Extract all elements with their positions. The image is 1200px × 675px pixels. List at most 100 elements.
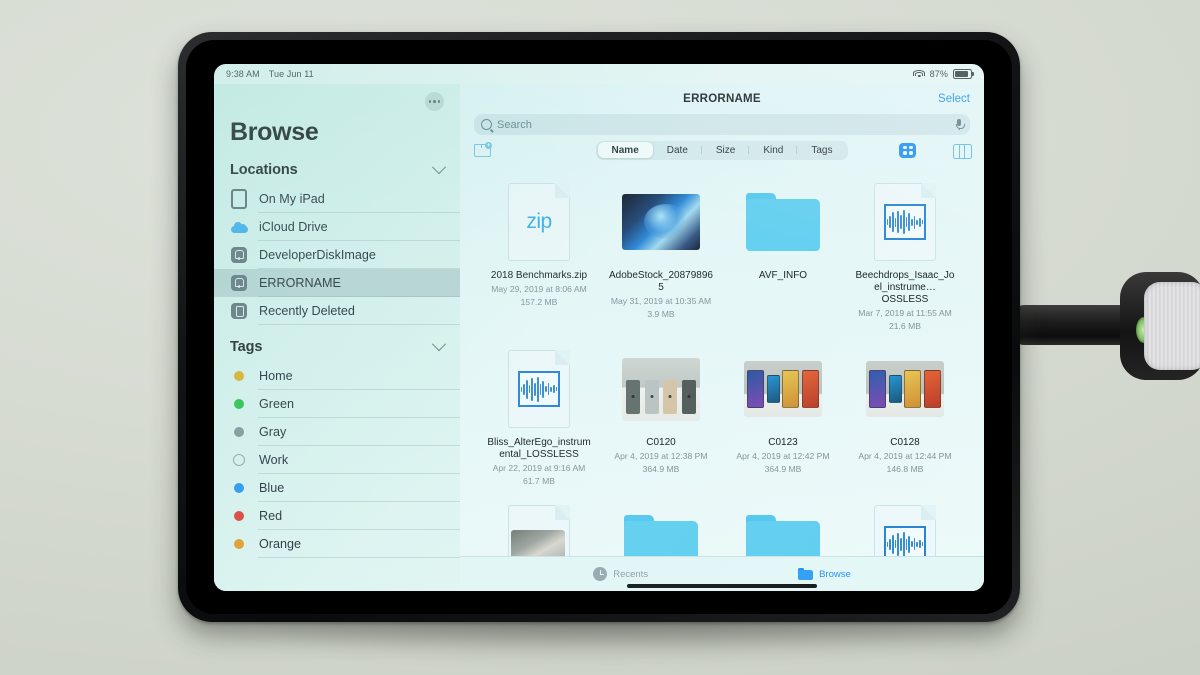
file-item[interactable]: Beechdrops_Isaac_Joel_instrume…OSSLESS M… <box>844 171 966 338</box>
file-item[interactable] <box>600 493 722 556</box>
tag-color-dot <box>230 479 248 497</box>
folder-icon <box>746 515 820 556</box>
ipad-device: 9:38 AM Tue Jun 11 87% Browse Locations <box>178 32 1020 622</box>
file-thumbnail <box>861 181 949 263</box>
sidebar-item-developerdiskimage[interactable]: DeveloperDiskImage <box>214 241 460 269</box>
file-size: 146.8 MB <box>886 464 924 474</box>
cloud-icon <box>230 218 248 236</box>
sidebar-title: Browse <box>230 118 319 146</box>
sidebar-tag-work[interactable]: Work <box>214 446 460 474</box>
sidebar-item-label: iCloud Drive <box>259 220 328 234</box>
file-thumbnail <box>861 348 949 430</box>
file-item[interactable]: C0120 Apr 4, 2019 at 12:38 PM 364.9 MB <box>600 338 722 493</box>
sidebar-tag-label: Orange <box>259 537 302 551</box>
view-mode-group <box>899 142 972 159</box>
home-indicator[interactable] <box>627 584 817 588</box>
zip-file-icon: zip <box>508 183 570 261</box>
sort-option-tags[interactable]: Tags <box>796 142 846 158</box>
file-item[interactable]: AVF_INFO <box>722 171 844 338</box>
sidebar-tag-orange[interactable]: Orange <box>214 530 460 558</box>
folder-icon <box>798 568 814 580</box>
main-pane: ERRORNAME Select Search + Name Date Size… <box>460 84 984 591</box>
file-grid: zip 2018 Benchmarks.zip May 29, 2019 at … <box>460 165 984 556</box>
file-date: Apr 4, 2019 at 12:38 PM <box>614 451 708 461</box>
tag-color-dot <box>230 367 248 385</box>
file-date: Apr 4, 2019 at 12:44 PM <box>858 451 952 461</box>
sidebar-tag-gray[interactable]: Gray <box>214 418 460 446</box>
new-folder-icon[interactable]: + <box>474 142 492 157</box>
split-view: Browse Locations On My iPad iCloud Drive <box>214 84 984 591</box>
file-size: 364.9 MB <box>764 464 802 474</box>
status-date: Tue Jun 11 <box>268 69 314 79</box>
folder-icon <box>624 515 698 556</box>
file-date: Mar 7, 2019 at 11:55 AM <box>858 308 952 318</box>
tags-list: Home Green Gray Work Blue Red Orange <box>214 362 460 558</box>
clock-icon <box>593 567 608 581</box>
file-date: May 29, 2019 at 8:06 AM <box>491 284 587 294</box>
file-thumbnail <box>617 181 705 263</box>
tag-color-dot <box>230 423 248 441</box>
file-name: Beechdrops_Isaac_Joel_instrume…OSSLESS <box>855 270 955 305</box>
file-item[interactable] <box>478 493 600 556</box>
sidebar-tag-blue[interactable]: Blue <box>214 474 460 502</box>
sidebar-item-label: DeveloperDiskImage <box>259 248 376 262</box>
file-item[interactable] <box>722 493 844 556</box>
sidebar-section-locations[interactable]: Locations <box>214 157 460 185</box>
select-button[interactable]: Select <box>938 93 970 105</box>
file-name: C0120 <box>646 437 676 448</box>
locations-list: On My iPad iCloud Drive DeveloperDiskIma… <box>214 185 460 325</box>
chevron-down-icon[interactable] <box>431 160 447 175</box>
sidebar-item-label: Recently Deleted <box>259 304 355 318</box>
file-thumbnail: zip <box>495 181 583 263</box>
sidebar-tag-label: Blue <box>259 481 285 495</box>
sidebar-tag-green[interactable]: Green <box>214 390 460 418</box>
toolbar: + Name Date Size Kind Tags <box>460 135 984 165</box>
search-icon <box>481 119 492 130</box>
file-item[interactable]: C0123 Apr 4, 2019 at 12:42 PM 364.9 MB <box>722 338 844 493</box>
video-thumbnail <box>744 361 822 417</box>
tag-color-dot <box>230 395 248 413</box>
sidebar-item-recently-deleted[interactable]: Recently Deleted <box>214 297 460 325</box>
file-date: Apr 22, 2019 at 9:16 AM <box>492 463 586 473</box>
sort-option-kind[interactable]: Kind <box>748 142 797 158</box>
file-item[interactable]: zip 2018 Benchmarks.zip May 29, 2019 at … <box>478 171 600 338</box>
image-thumbnail <box>622 194 700 250</box>
grid-view-icon[interactable] <box>899 142 916 158</box>
sidebar-tag-red[interactable]: Red <box>214 502 460 530</box>
sidebar-tag-home[interactable]: Home <box>214 362 460 390</box>
search-input[interactable]: Search <box>474 114 970 135</box>
file-thumbnail <box>617 348 705 430</box>
sort-segmented-control[interactable]: Name Date Size Kind Tags <box>596 140 848 160</box>
sidebar-item-errorname[interactable]: ERRORNAME <box>214 269 460 297</box>
battery-icon <box>953 68 974 80</box>
tag-color-dot <box>230 507 248 525</box>
file-size: 364.9 MB <box>642 464 680 474</box>
ipad-screen: 9:38 AM Tue Jun 11 87% Browse Locations <box>214 64 984 591</box>
sidebar-item-icloud-drive[interactable]: iCloud Drive <box>214 213 460 241</box>
chevron-down-icon[interactable] <box>431 337 447 352</box>
sidebar-item-on-my-ipad[interactable]: On My iPad <box>214 185 460 213</box>
file-item[interactable] <box>844 493 966 556</box>
tab-browse[interactable]: Browse <box>798 568 851 580</box>
file-item[interactable]: Bliss_AlterEgo_instrumental_LOSSLESS Apr… <box>478 338 600 493</box>
sort-option-date[interactable]: Date <box>653 142 702 158</box>
sort-option-name[interactable]: Name <box>597 142 653 158</box>
sort-option-size[interactable]: Size <box>700 142 749 158</box>
battery-percent: 87% <box>929 69 948 79</box>
sidebar-section-tags[interactable]: Tags <box>214 325 460 362</box>
more-options-icon[interactable] <box>425 92 444 111</box>
tab-recents[interactable]: Recents <box>593 567 648 581</box>
file-name: C0128 <box>890 437 920 448</box>
navigation-bar: ERRORNAME Select <box>460 84 984 114</box>
file-item[interactable]: AdobeStock_208798965 May 31, 2019 at 10:… <box>600 171 722 338</box>
file-thumbnail <box>739 348 827 430</box>
tab-label: Recents <box>613 568 649 580</box>
tag-color-dot <box>230 451 248 469</box>
list-view-icon[interactable] <box>926 143 943 158</box>
sidebar-section-label: Tags <box>230 339 263 355</box>
file-name: Bliss_AlterEgo_instrumental_LOSSLESS <box>487 437 591 460</box>
column-view-icon[interactable] <box>953 143 972 159</box>
file-item[interactable]: C0128 Apr 4, 2019 at 12:44 PM 146.8 MB <box>844 338 966 493</box>
sidebar-item-label: On My iPad <box>259 192 325 206</box>
microphone-icon[interactable] <box>956 119 965 131</box>
